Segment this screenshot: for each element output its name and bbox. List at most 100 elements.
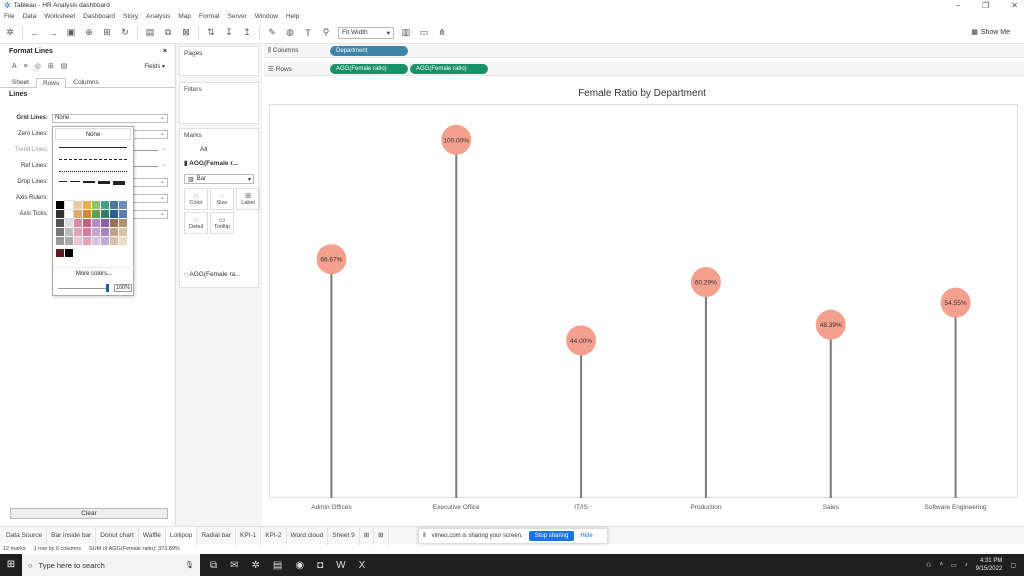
label-button[interactable]: ⊞ Label: [236, 188, 260, 210]
notifications-icon[interactable]: ▢: [1010, 562, 1016, 569]
presentation-icon[interactable]: ▭: [418, 27, 430, 38]
refresh-icon[interactable]: ↻: [119, 27, 131, 38]
color-swatch[interactable]: [110, 237, 118, 245]
color-swatch[interactable]: [65, 249, 73, 257]
color-swatch[interactable]: [74, 210, 82, 218]
marks-all-tab[interactable]: All: [180, 142, 258, 158]
color-swatch[interactable]: [92, 228, 100, 236]
undo-icon[interactable]: ←: [29, 28, 41, 38]
new-worksheet-icon[interactable]: ▤: [144, 27, 156, 38]
line-style-solid[interactable]: [57, 141, 129, 153]
department-pill[interactable]: Department: [330, 45, 408, 56]
word-icon[interactable]: W: [336, 560, 345, 571]
line-style-dotted[interactable]: [57, 165, 129, 177]
color-swatch[interactable]: [119, 201, 127, 209]
color-swatch[interactable]: [101, 210, 109, 218]
color-swatch[interactable]: [56, 237, 64, 245]
microphone-icon[interactable]: 🎙: [185, 561, 194, 569]
sheet-tab-lollipop[interactable]: Lollipop: [165, 526, 198, 545]
detail-button[interactable]: ⁘ Detail: [184, 212, 208, 234]
opacity-slider[interactable]: 100%: [58, 284, 132, 292]
menu-server[interactable]: Server: [228, 13, 247, 20]
color-swatch[interactable]: [83, 201, 91, 209]
filters-shelf[interactable]: Filters: [179, 82, 259, 124]
color-swatch[interactable]: [119, 219, 127, 227]
close-icon[interactable]: ×: [163, 48, 167, 55]
tab-columns[interactable]: Columns: [66, 77, 106, 87]
color-swatch[interactable]: [64, 209, 74, 219]
female-ratio-pill[interactable]: AGG(Female ratio): [410, 63, 488, 74]
hide-button[interactable]: Hide: [580, 533, 592, 539]
color-swatch[interactable]: [74, 237, 82, 245]
color-swatch[interactable]: [101, 237, 109, 245]
clear-button[interactable]: Clear: [10, 508, 168, 519]
sheet-tab-radial-bar[interactable]: Radial bar: [197, 526, 236, 545]
rows-shelf[interactable]: ☰ Rows AGG(Female ratio) AGG(Female rati…: [264, 62, 1024, 76]
alignment-format-icon[interactable]: ≡: [24, 63, 28, 70]
labels-icon[interactable]: T: [302, 28, 314, 38]
color-swatch[interactable]: [56, 219, 64, 227]
color-swatch[interactable]: [56, 210, 64, 218]
lines-format-icon[interactable]: ▤: [61, 62, 68, 70]
sheet-tab-kpi-2[interactable]: KPI-2: [261, 526, 287, 545]
menu-worksheet[interactable]: Worksheet: [44, 13, 75, 20]
color-swatch[interactable]: [119, 228, 127, 236]
menu-story[interactable]: Story: [123, 13, 138, 20]
clear-sheet-icon[interactable]: ⊠: [180, 27, 192, 38]
sheet-tab-data-source[interactable]: Data Source: [2, 526, 48, 545]
color-swatch[interactable]: [110, 201, 118, 209]
line-width-option[interactable]: [98, 181, 110, 185]
opacity-thumb[interactable]: [106, 284, 109, 292]
borders-format-icon[interactable]: ⊞: [48, 62, 54, 70]
new-data-source-icon[interactable]: ⊕: [83, 27, 95, 38]
taskbar-search[interactable]: ○ Type here to search 🎙: [22, 554, 200, 576]
duplicate-sheet-icon[interactable]: ⧉: [162, 27, 174, 38]
color-swatch[interactable]: [74, 228, 82, 236]
color-swatch[interactable]: [119, 237, 127, 245]
tableau-logo-icon[interactable]: ✲: [4, 27, 16, 38]
color-swatch[interactable]: [92, 219, 100, 227]
show-me-button[interactable]: ▦ Show Me: [971, 28, 1010, 37]
new-sheet-icon[interactable]: ⊞: [360, 526, 375, 545]
color-swatch[interactable]: [74, 219, 82, 227]
columns-shelf[interactable]: ⫼ Columns Department: [264, 44, 1024, 58]
color-button[interactable]: ⁙ Color: [184, 188, 208, 210]
share-icon[interactable]: ⋔: [436, 27, 448, 38]
save-icon[interactable]: ▣: [65, 27, 77, 38]
menu-dashboard[interactable]: Dashboard: [83, 13, 115, 20]
tab-sheet[interactable]: Sheet: [5, 77, 36, 87]
pages-shelf[interactable]: Pages: [179, 46, 259, 76]
tooltip-button[interactable]: ▭ Tooltip: [210, 212, 234, 234]
sheet-tab-donut-chart[interactable]: Donut chart: [96, 526, 139, 545]
color-swatch[interactable]: [65, 219, 73, 227]
show-axes-icon[interactable]: ▥: [400, 27, 412, 38]
menu-map[interactable]: Map: [178, 13, 191, 20]
line-width-option[interactable]: [83, 181, 95, 185]
font-format-icon[interactable]: A: [12, 63, 17, 70]
menu-format[interactable]: Format: [199, 13, 220, 20]
mark-type-select[interactable]: ▥ Bar ▾: [184, 174, 254, 184]
line-width-selector[interactable]: [57, 177, 129, 189]
minimize-icon[interactable]: –: [956, 1, 960, 10]
line-width-option[interactable]: [113, 181, 125, 185]
mail-icon[interactable]: ✉: [230, 560, 238, 571]
line-width-option[interactable]: [70, 181, 80, 185]
sheet-tab-waffle[interactable]: Waffle: [139, 526, 166, 545]
pin-icon[interactable]: ⚲: [320, 27, 332, 38]
swap-icon[interactable]: ⇅: [205, 27, 217, 38]
tableau-taskbar-icon[interactable]: ✲: [252, 560, 260, 571]
size-button[interactable]: ◌ Size: [210, 188, 234, 210]
color-swatch[interactable]: [56, 228, 64, 236]
grid-lines-select[interactable]: None ⌄: [52, 113, 168, 123]
menu-window[interactable]: Window: [255, 13, 278, 20]
stop-sharing-button[interactable]: Stop sharing: [528, 531, 575, 541]
shading-format-icon[interactable]: ◎: [35, 62, 41, 70]
color-swatch[interactable]: [83, 219, 91, 227]
marks-agg2-tab[interactable]: ○ AGG(Female ra...: [184, 271, 241, 278]
group-icon[interactable]: ◍: [284, 27, 296, 38]
chevron-up-icon[interactable]: ˄: [939, 562, 943, 568]
color-swatch[interactable]: [110, 228, 118, 236]
lollipop-chart[interactable]: 66.67% Admin Offices 100.00% Executive Offi…: [269, 104, 1018, 516]
color-swatch[interactable]: [64, 200, 74, 210]
female-ratio-pill[interactable]: AGG(Female ratio): [330, 63, 408, 74]
